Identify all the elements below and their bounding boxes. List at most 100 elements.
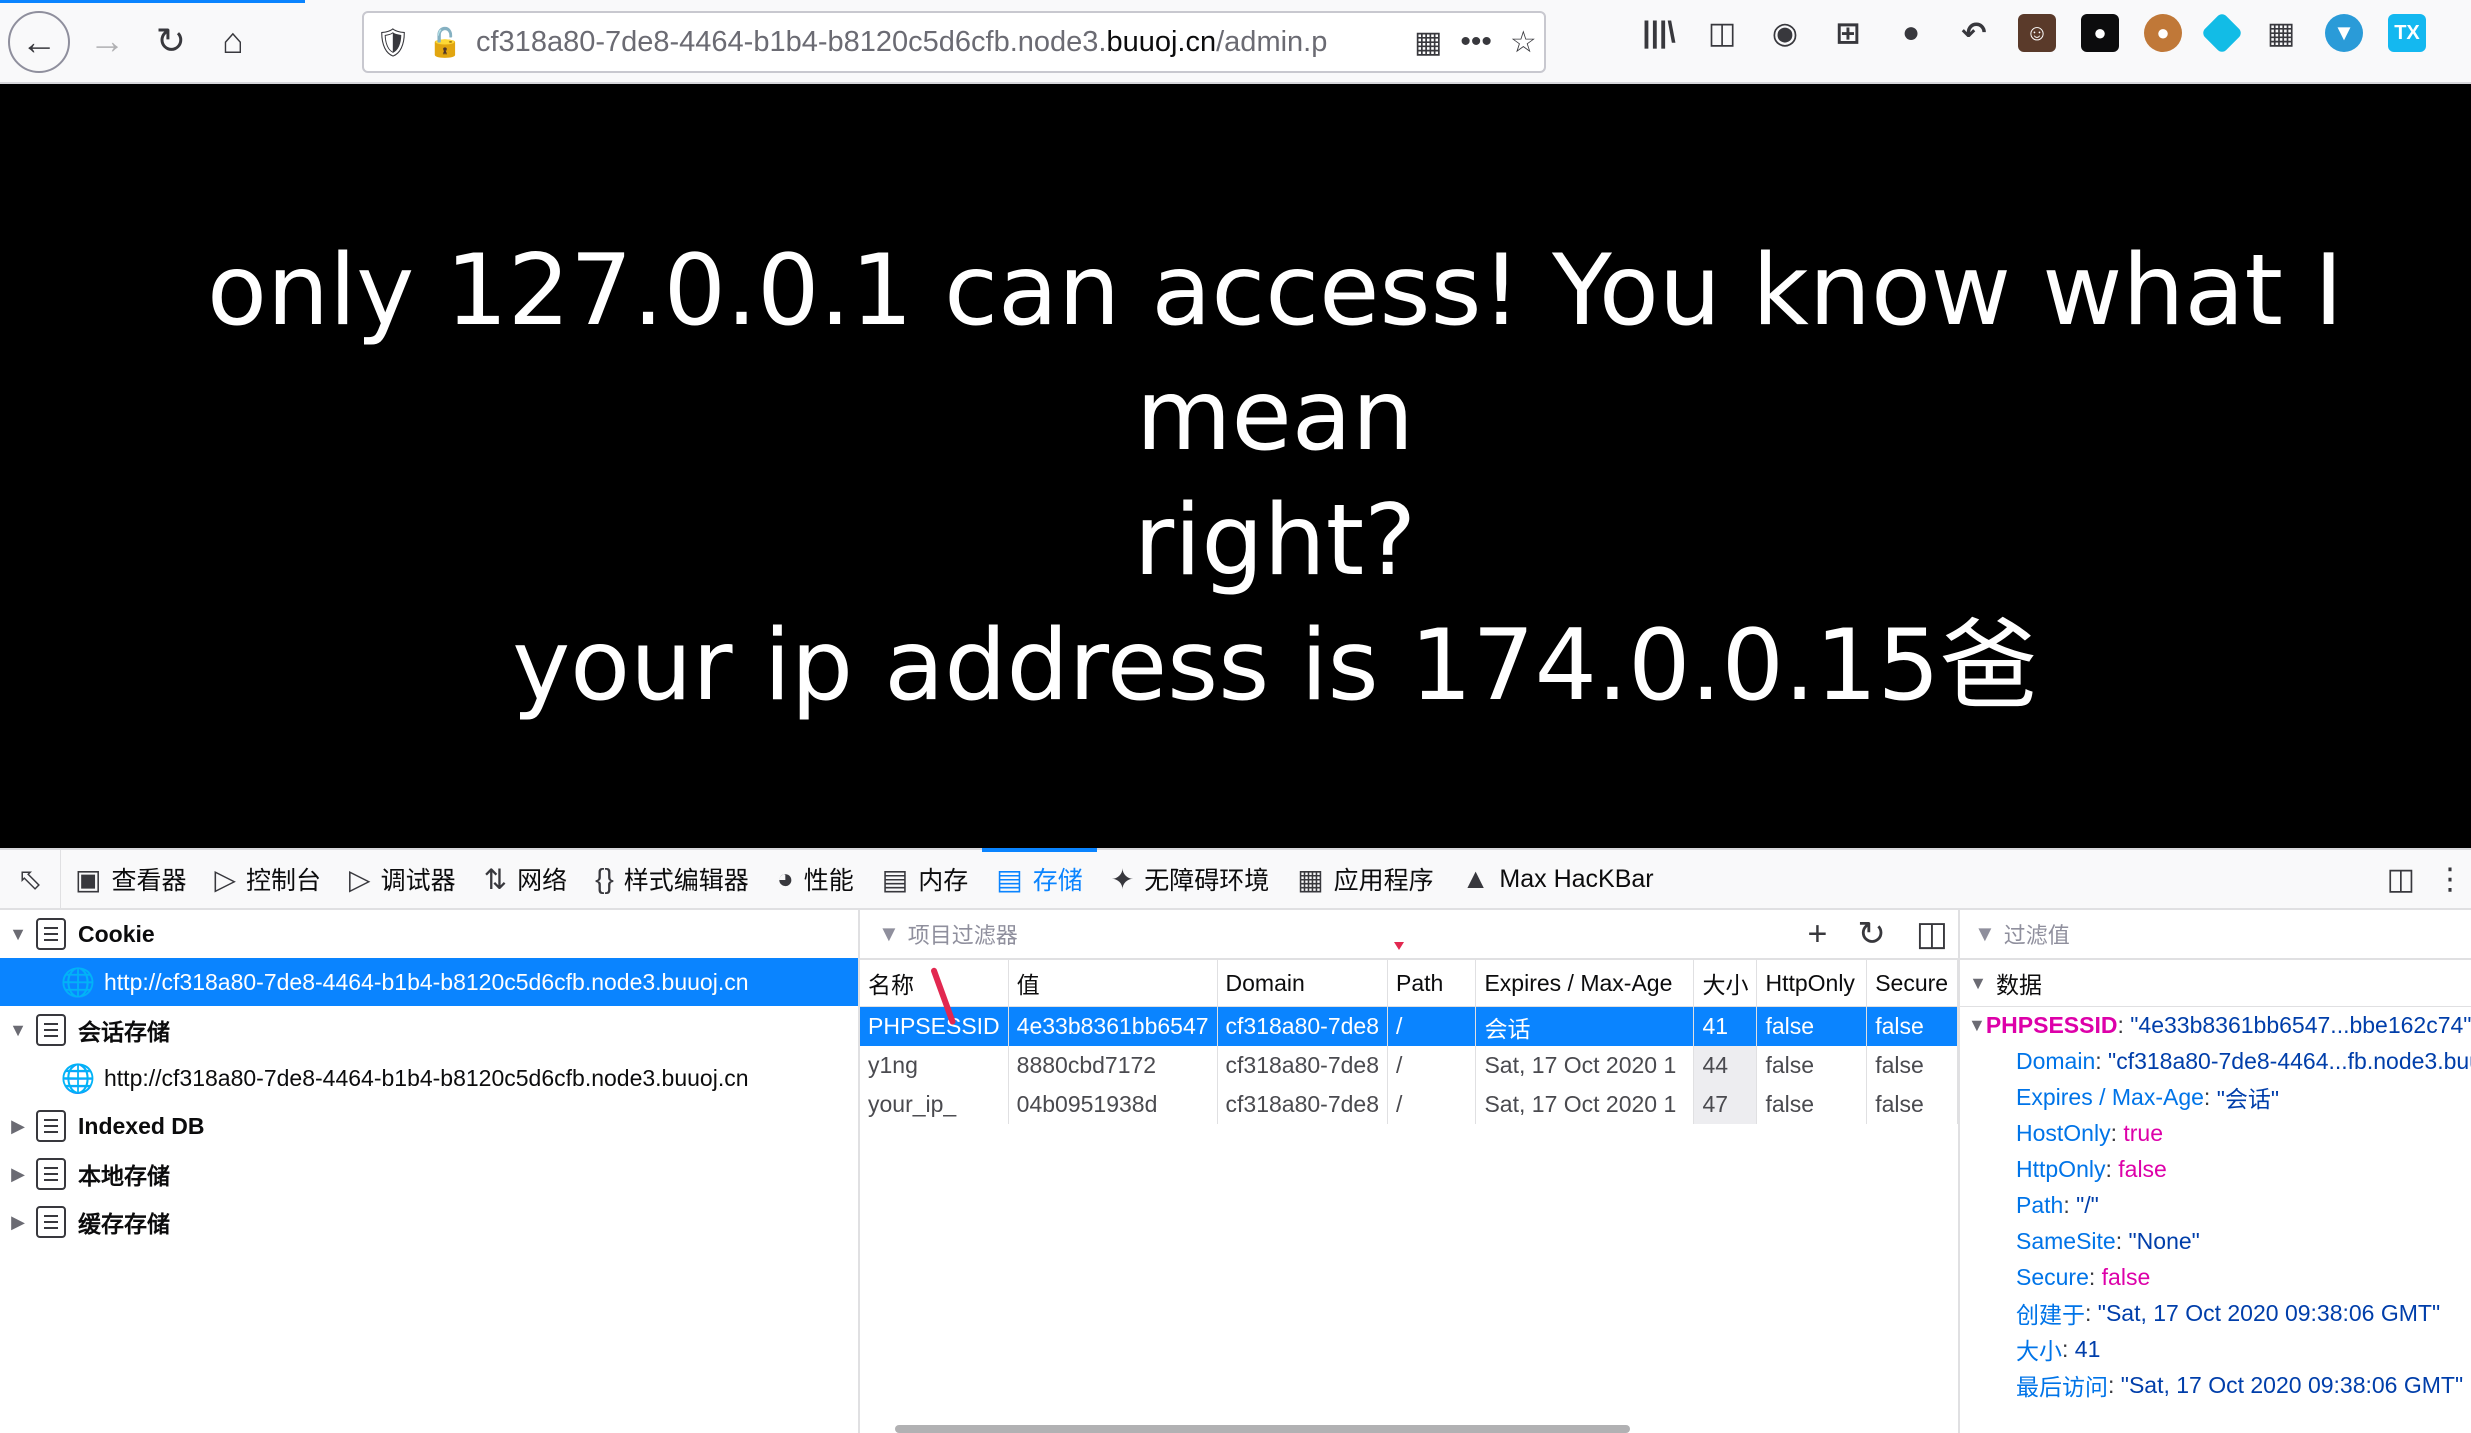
tab-memory[interactable]: ▤ 内存 (868, 850, 982, 908)
bookmark-star-icon[interactable]: ☆ (1510, 25, 1537, 60)
url-prefix: cf318a80-7de8-4464-b1b4-b8120c5d6cfb.nod… (476, 25, 1107, 58)
expand-arrow-icon[interactable]: ▼ (1960, 973, 1996, 994)
property-key: HttpOnly (2016, 1155, 2106, 1182)
property-value: true (2123, 1119, 2164, 1146)
add-item-icon[interactable]: + (1808, 915, 1828, 954)
cookie-property[interactable]: Expires / Max-Age: "会话" (1960, 1079, 2471, 1115)
tree-item-cookie[interactable]: ▼ Cookie (0, 910, 858, 958)
cookie-property[interactable]: HttpOnly: false (1960, 1151, 2471, 1187)
cookie-property[interactable]: 最后访问: "Sat, 17 Oct 2020 09:38:06 GMT" (1960, 1367, 2471, 1403)
cookie-property[interactable]: Domain: "cf318a80-7de8-4464...fb.node3.b… (1960, 1043, 2471, 1079)
collapse-arrow-icon[interactable]: ▶ (0, 1116, 36, 1137)
tab-application[interactable]: ▦ 应用程序 (1283, 850, 1447, 908)
network-icon: ⇅ (483, 863, 508, 895)
property-key: Domain (2016, 1047, 2096, 1074)
tampermonkey-icon[interactable]: ● (2081, 14, 2119, 52)
url-text[interactable]: cf318a80-7de8-4464-b1b4-b8120c5d6cfb.nod… (476, 26, 1406, 59)
active-tab-indicator (0, 0, 305, 3)
devtools-menu-icon[interactable]: ⋮ (2435, 862, 2465, 897)
tab-style-editor[interactable]: {} 样式编辑器 (581, 850, 763, 908)
avatar-extension-icon[interactable]: ☺ (2018, 14, 2056, 52)
annotation-marker (1394, 942, 1404, 950)
cookie-property[interactable]: SameSite: "None" (1960, 1223, 2471, 1259)
page-actions-menu-icon[interactable]: ••• (1460, 25, 1492, 59)
qr-code-icon[interactable]: ▦ (1414, 25, 1442, 60)
tab-storage[interactable]: ▤ 存储 (982, 848, 1098, 908)
cookie-property[interactable]: Path: "/" (1960, 1187, 2471, 1223)
forward-button[interactable]: → (76, 10, 138, 72)
cookie-root-property[interactable]: ▼ PHPSESSID: "4e33b8361bb6547...bbe162c7… (1960, 1007, 2471, 1043)
collapse-arrow-icon[interactable]: ▶ (0, 1212, 36, 1233)
home-icon: ⌂ (222, 20, 244, 61)
col-header-path[interactable]: Path (1387, 960, 1477, 1007)
sidebar-icon[interactable]: ◫ (1703, 14, 1741, 52)
tree-item-session-storage[interactable]: ▼ 会话存储 (0, 1006, 858, 1054)
url-suffix: /admin.p (1216, 25, 1328, 58)
tree-item-indexed-db[interactable]: ▶ Indexed DB (0, 1102, 858, 1150)
tree-item-session-host[interactable]: 🌐 http://cf318a80-7de8-4464-b1b4-b8120c5… (0, 1054, 858, 1102)
col-header-httponly[interactable]: HttpOnly (1756, 960, 1868, 1007)
toggle-sidebar-icon[interactable]: ◫ (1916, 914, 1948, 954)
back-button[interactable]: ← (8, 11, 70, 73)
qr-extension-icon[interactable]: ▦ (2262, 14, 2300, 52)
refresh-icon[interactable]: ↻ (1857, 914, 1886, 954)
shield-extension-icon[interactable]: ▼ (2325, 14, 2363, 52)
col-header-size[interactable]: 大小 (1693, 960, 1758, 1007)
reload-button[interactable]: ↻ (140, 10, 202, 72)
url-bar[interactable]: 🛡 🔓 cf318a80-7de8-4464-b1b4-b8120c5d6cfb… (362, 11, 1546, 73)
performance-icon: ◕ (776, 863, 794, 894)
data-section-header[interactable]: ▼ 数据 (1960, 960, 2471, 1007)
tab-network[interactable]: ⇅ 网络 (470, 850, 581, 908)
property-value: "cf318a80-7de8-4464...fb.node3.buuoj.cn" (2108, 1047, 2471, 1074)
tree-item-cookie-host[interactable]: 🌐 http://cf318a80-7de8-4464-b1b4-b8120c5… (0, 958, 858, 1006)
property-key: SameSite (2016, 1227, 2116, 1254)
storage-icon: ▤ (996, 863, 1023, 895)
horizontal-scrollbar[interactable] (895, 1425, 1630, 1433)
col-header-value[interactable]: 值 (1008, 960, 1218, 1007)
tab-performance[interactable]: ◕ 性能 (763, 850, 868, 908)
tab-debugger[interactable]: ▷ 调试器 (335, 850, 470, 908)
undo-icon[interactable]: ↶ (1955, 14, 1993, 52)
tab-console[interactable]: ▷ 控制台 (200, 850, 335, 908)
crop-screenshot-icon[interactable]: ⊞ (1829, 14, 1867, 52)
tab-accessibility[interactable]: ✦ 无障碍环境 (1097, 850, 1283, 908)
insecure-lock-icon[interactable]: 🔓 (422, 19, 468, 65)
tree-item-local-storage[interactable]: ▶ 本地存储 (0, 1150, 858, 1198)
property-value: "Sat, 17 Oct 2020 09:38:06 GMT" (2120, 1371, 2464, 1398)
expand-arrow-icon[interactable]: ▼ (0, 924, 36, 945)
table-row[interactable]: y1ng 8880cbd7172 cf318a80-7de8 / Sat, 17… (860, 1046, 1958, 1085)
cookie-property[interactable]: 大小: 41 (1960, 1331, 2471, 1367)
url-host: buuoj.cn (1106, 25, 1217, 58)
cookie-property[interactable]: 创建于: "Sat, 17 Oct 2020 09:38:06 GMT" (1960, 1295, 2471, 1331)
element-picker-icon[interactable]: ⬁ (0, 850, 61, 908)
property-value: "Sat, 17 Oct 2020 09:38:06 GMT" (2097, 1299, 2441, 1326)
cookie-property[interactable]: HostOnly: true (1960, 1115, 2471, 1151)
table-row[interactable]: PHPSESSID 4e33b8361bb6547 cf318a80-7de8 … (860, 1006, 1958, 1046)
value-filter[interactable]: ▼ 过滤值 (1960, 910, 2471, 960)
col-header-expires[interactable]: Expires / Max-Age (1475, 960, 1695, 1007)
tab-inspector[interactable]: ▣ 查看器 (61, 850, 200, 908)
tracking-protection-shield-icon[interactable]: 🛡 (370, 19, 416, 65)
dock-toggle-icon[interactable]: ◫ (2387, 862, 2415, 897)
item-filter[interactable]: ▼ 项目过滤器 + ↻ ◫ (860, 910, 1958, 960)
chat-bubble-icon[interactable]: ● (1892, 14, 1930, 52)
account-icon[interactable]: ◉ (1766, 14, 1804, 52)
collapse-arrow-icon[interactable]: ▶ (0, 1164, 36, 1185)
col-header-domain[interactable]: Domain (1217, 960, 1389, 1007)
home-button[interactable]: ⌂ (202, 10, 264, 72)
library-icon[interactable]: |||\ (1640, 14, 1678, 52)
col-header-secure[interactable]: Secure (1866, 960, 1958, 1007)
database-icon (36, 1110, 66, 1142)
tx-extension-icon[interactable]: TX (2388, 14, 2426, 52)
expand-arrow-icon[interactable]: ▼ (1968, 1015, 1986, 1036)
globe-icon: 🌐 (60, 966, 96, 998)
tab-max-hackbar[interactable]: ▲ Max HacKBar (1448, 850, 1668, 908)
cookie-editor-icon[interactable]: ● (2144, 14, 2182, 52)
table-header-row: 名称 值 Domain Path Expires / Max-Age 大小 Ht… (860, 960, 1958, 1007)
property-key: Secure (2016, 1263, 2089, 1290)
cookie-property[interactable]: Secure: false (1960, 1259, 2471, 1295)
tree-item-cache-storage[interactable]: ▶ 缓存存储 (0, 1198, 858, 1246)
expand-arrow-icon[interactable]: ▼ (0, 1020, 36, 1041)
diamond-extension-icon[interactable] (2200, 11, 2244, 55)
table-row[interactable]: your_ip_ 04b0951938d cf318a80-7de8 / Sat… (860, 1085, 1958, 1124)
